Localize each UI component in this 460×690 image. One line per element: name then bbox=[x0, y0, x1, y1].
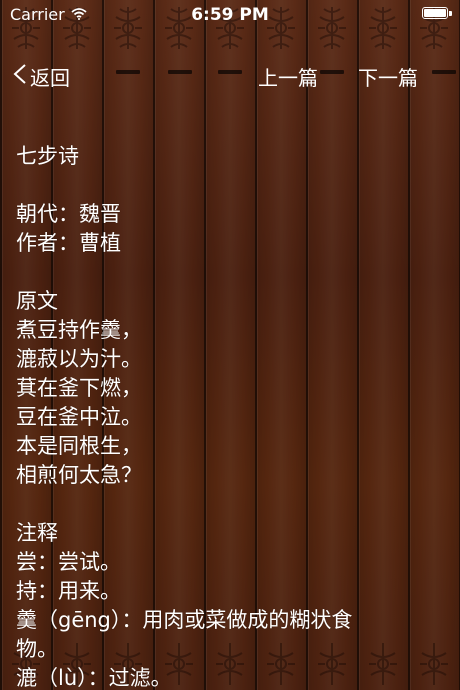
note-line: 漉（lù）：过滤。 bbox=[16, 666, 172, 690]
back-label: 返回 bbox=[30, 66, 70, 90]
poem-line: 相煎何太急？ bbox=[16, 463, 142, 487]
nav-bar: 返回 上一篇 下一篇 bbox=[0, 58, 460, 94]
status-bar: Carrier 6:59 PM bbox=[0, 0, 460, 30]
poem-title: 七步诗 bbox=[16, 144, 79, 168]
original-heading: 原文 bbox=[16, 289, 58, 313]
note-line: 持：用来。 bbox=[16, 579, 121, 603]
status-time: 6:59 PM bbox=[191, 5, 269, 25]
notes-heading: 注释 bbox=[16, 521, 58, 545]
back-button[interactable]: 返回 bbox=[12, 62, 70, 91]
poem-content: 七步诗 朝代：魏晋 作者：曹植 原文 煮豆持作羹， 漉菽以为汁。 萁在釜下燃， … bbox=[16, 142, 446, 690]
note-line: 羹（gēng）：用肉或菜做成的糊状食 bbox=[16, 608, 353, 632]
battery-tip bbox=[449, 11, 452, 16]
poem-author: 作者：曹植 bbox=[16, 231, 121, 255]
poem-line: 萁在釜下燃， bbox=[16, 376, 142, 400]
poem-line: 豆在釜中泣。 bbox=[16, 405, 142, 429]
prev-article-button[interactable]: 上一篇 bbox=[258, 62, 318, 91]
poem-line: 本是同根生， bbox=[16, 434, 142, 458]
note-line: 物。 bbox=[16, 637, 58, 661]
poem-line: 漉菽以为汁。 bbox=[16, 347, 142, 371]
battery-icon bbox=[422, 7, 448, 19]
poem-line: 煮豆持作羹， bbox=[16, 318, 142, 342]
chevron-left-icon bbox=[12, 63, 28, 90]
next-article-button[interactable]: 下一篇 bbox=[358, 62, 418, 91]
note-line: 尝：尝试。 bbox=[16, 550, 121, 574]
poem-dynasty: 朝代：魏晋 bbox=[16, 202, 121, 226]
